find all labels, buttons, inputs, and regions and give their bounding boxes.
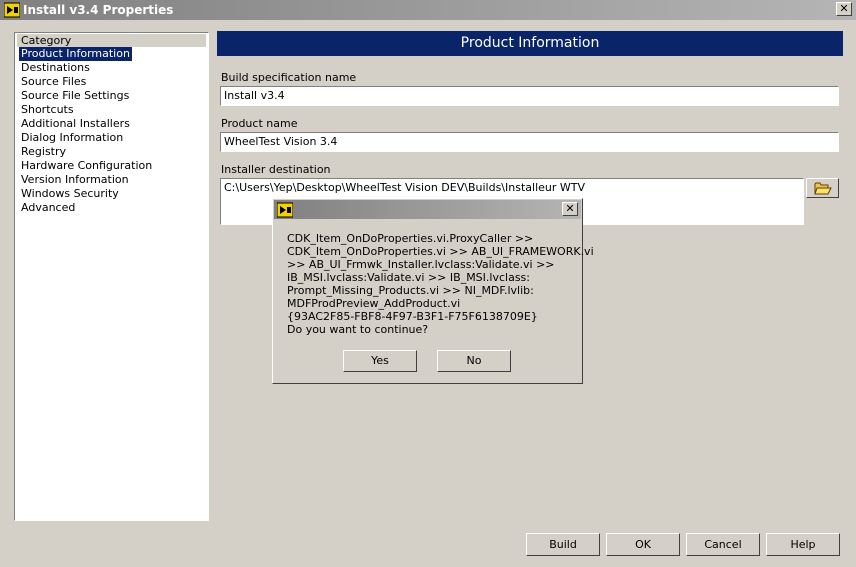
dialog-message-line: >> AB_UI_Frmwk_Installer.lvclass:Validat… xyxy=(287,258,555,271)
category-item-registry[interactable]: Registry xyxy=(19,145,154,159)
dialog-message-line: MDFProdPreview_AddProduct.vi xyxy=(287,297,461,310)
labview-app-icon xyxy=(277,202,293,218)
category-item-destinations[interactable]: Destinations xyxy=(19,61,154,75)
category-item-dialog-information[interactable]: Dialog Information xyxy=(19,131,154,145)
category-items: Product Information Destinations Source … xyxy=(19,47,154,215)
dialog-title-bar: ✕ xyxy=(274,200,581,219)
product-name-input[interactable]: WheelTest Vision 3.4 xyxy=(220,132,839,152)
category-list[interactable]: Category Product Information Destination… xyxy=(14,32,209,521)
category-item-product-information[interactable]: Product Information xyxy=(19,47,132,61)
dialog-message-line: CDK_Item_OnDoProperties.vi >> AB_UI_FRAM… xyxy=(287,245,594,258)
browse-folder-button[interactable] xyxy=(806,178,839,198)
cancel-button[interactable]: Cancel xyxy=(686,533,760,556)
dialog-close-button[interactable]: ✕ xyxy=(562,202,578,216)
ok-button[interactable]: OK xyxy=(606,533,680,556)
dialog-message-line: IB_MSI.lvclass:Validate.vi >> IB_MSI.lvc… xyxy=(287,271,530,284)
category-item-advanced[interactable]: Advanced xyxy=(19,201,154,215)
dialog-message-line: {93AC2F85-FBF8-4F97-B3F1-F75F6138709E} xyxy=(287,310,538,323)
help-button[interactable]: Help xyxy=(766,533,840,556)
confirm-dialog: ✕ CDK_Item_OnDoProperties.vi.ProxyCaller… xyxy=(272,198,594,384)
category-list-header: Category xyxy=(17,34,206,47)
dialog-message-line: Do you want to continue? xyxy=(287,323,429,336)
close-icon: ✕ xyxy=(565,202,575,215)
window-close-button[interactable]: ✕ xyxy=(836,2,852,16)
category-item-source-file-settings[interactable]: Source File Settings xyxy=(19,89,154,103)
dialog-no-button[interactable]: No xyxy=(437,350,511,372)
dialog-message-line: CDK_Item_OnDoProperties.vi.ProxyCaller >… xyxy=(287,232,534,245)
category-item-windows-security[interactable]: Windows Security xyxy=(19,187,154,201)
category-item-shortcuts[interactable]: Shortcuts xyxy=(19,103,154,117)
dialog-yes-button[interactable]: Yes xyxy=(343,350,417,372)
build-button[interactable]: Build xyxy=(526,533,600,556)
close-icon: ✕ xyxy=(839,2,849,15)
window-title-bar: Install v3.4 Properties ✕ xyxy=(0,0,856,20)
folder-open-icon xyxy=(814,182,832,195)
installer-destination-label: Installer destination xyxy=(221,163,331,176)
labview-app-icon xyxy=(4,2,20,18)
product-name-label: Product name xyxy=(221,117,298,130)
page-title: Product Information xyxy=(217,31,843,56)
dialog-message: CDK_Item_OnDoProperties.vi.ProxyCaller >… xyxy=(287,232,594,336)
window-title: Install v3.4 Properties xyxy=(23,3,174,17)
dialog-message-line: Prompt_Missing_Products.vi >> NI_MDF.lvl… xyxy=(287,284,534,297)
category-item-additional-installers[interactable]: Additional Installers xyxy=(19,117,154,131)
build-spec-input[interactable]: Install v3.4 xyxy=(220,86,839,106)
build-spec-label: Build specification name xyxy=(221,71,357,84)
category-item-source-files[interactable]: Source Files xyxy=(19,75,154,89)
category-item-version-information[interactable]: Version Information xyxy=(19,173,154,187)
category-item-hardware-configuration[interactable]: Hardware Configuration xyxy=(19,159,154,173)
